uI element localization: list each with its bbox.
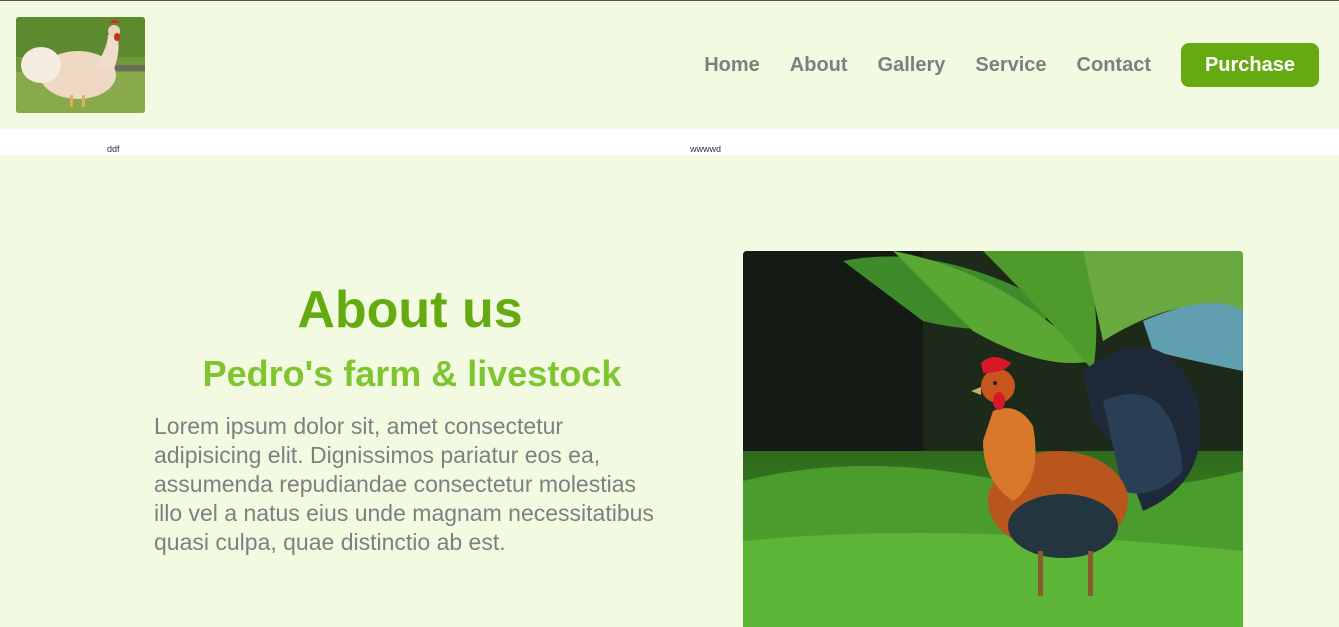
hen-photo-icon (16, 17, 145, 113)
rooster-photo-icon (743, 251, 1243, 627)
about-title: About us (297, 281, 523, 339)
nav-contact[interactable]: Contact (1077, 43, 1151, 87)
text-strip: ddf wwwwd (0, 129, 1339, 155)
logo-hen-icon[interactable] (16, 17, 145, 113)
about-body: Lorem ipsum dolor sit, amet consectetur … (154, 413, 654, 555)
about-subtitle: Pedro's farm & livestock (202, 353, 622, 394)
nav-home[interactable]: Home (704, 43, 760, 87)
nav-about[interactable]: About (790, 43, 848, 87)
nav-gallery[interactable]: Gallery (878, 43, 946, 87)
nav-service[interactable]: Service (975, 43, 1046, 87)
main-nav: Home About Gallery Service Contact Purch… (704, 43, 1319, 87)
strip-left-text: ddf (107, 144, 120, 154)
strip-right-text: wwwwd (690, 144, 722, 154)
rooster-image (743, 251, 1243, 627)
purchase-button[interactable]: Purchase (1181, 43, 1319, 87)
site-header: Home About Gallery Service Contact Purch… (0, 1, 1339, 129)
